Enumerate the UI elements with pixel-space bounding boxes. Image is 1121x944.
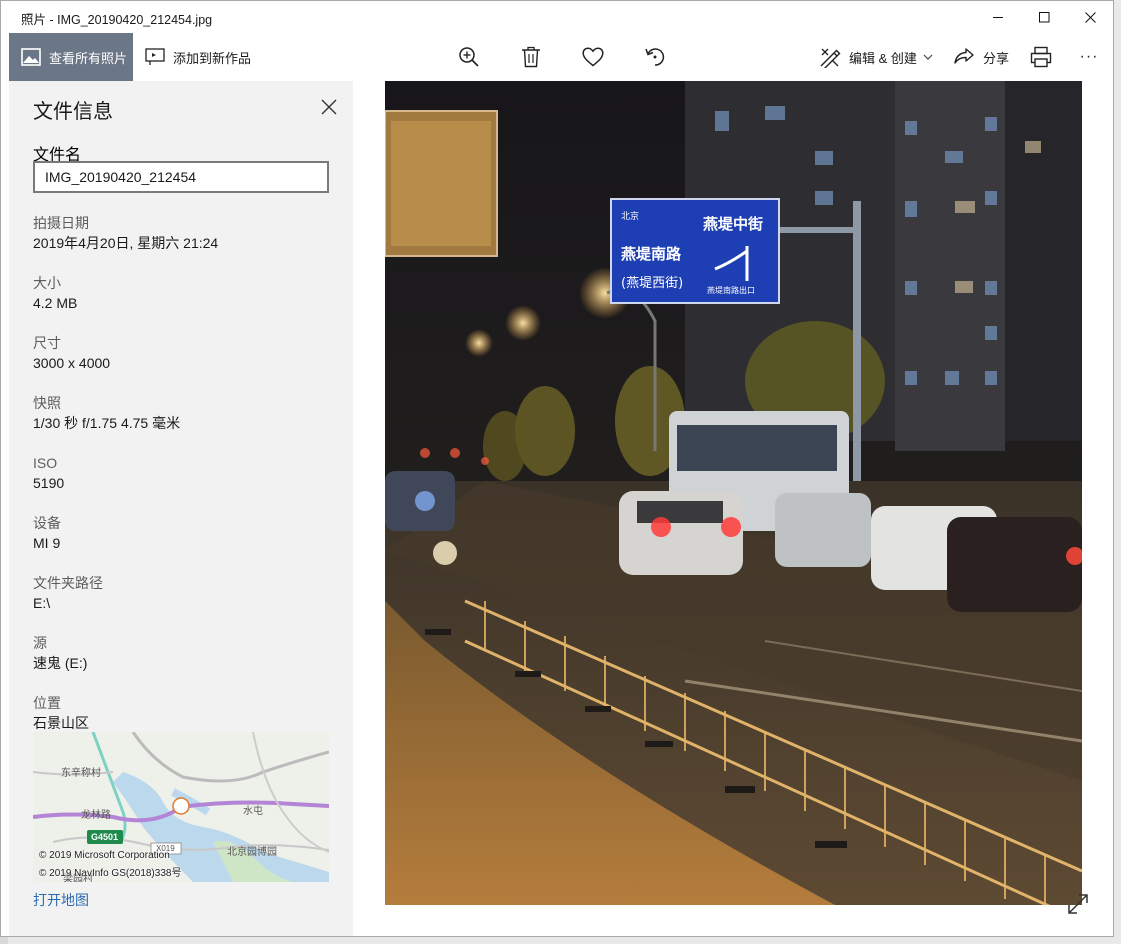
- view-all-photos-button[interactable]: 查看所有照片: [9, 33, 133, 81]
- close-panel-button[interactable]: [317, 95, 341, 119]
- date-label: 拍摄日期: [33, 215, 89, 231]
- iso-label: ISO: [33, 455, 58, 471]
- maximize-button[interactable]: [1021, 1, 1067, 33]
- maximize-icon: [1039, 12, 1050, 23]
- add-to-creation-icon: [145, 48, 165, 66]
- dimensions-field: 尺寸 3000 x 4000: [33, 333, 110, 373]
- filename-input[interactable]: [33, 161, 329, 193]
- date-value: 2019年4月20日, 星期六 21:24: [33, 235, 219, 251]
- expand-icon: [1068, 894, 1088, 914]
- location-map[interactable]: 东辛称村 龙林路 水屯 G4501 X019 北京园博园 梁园村 © 2019 …: [33, 732, 329, 882]
- snapshot-field: 快照 1/30 秒 f/1.75 4.75 毫米: [33, 393, 180, 433]
- minimize-button[interactable]: [975, 1, 1021, 33]
- edit-create-button[interactable]: 编辑 & 创建: [819, 33, 933, 81]
- map-credit-navinfo: © 2019 NavInfo GS(2018)338号: [39, 868, 182, 879]
- iso-value: 5190: [33, 475, 65, 491]
- sign-left-sub: (燕堤西街): [621, 276, 683, 291]
- device-value: MI 9: [33, 535, 61, 551]
- view-all-photos-label: 查看所有照片: [49, 50, 128, 66]
- add-to-new-creation-button[interactable]: 添加到新作品: [145, 33, 251, 81]
- device-label: 设备: [33, 515, 61, 531]
- share-button[interactable]: 分享: [953, 33, 1009, 81]
- share-label: 分享: [983, 50, 1010, 66]
- folder-field: 文件夹路径 E:\: [33, 573, 103, 613]
- heart-icon: [582, 47, 604, 67]
- print-button[interactable]: [1019, 33, 1063, 81]
- full-screen-button[interactable]: [1067, 893, 1091, 917]
- source-label: 源: [33, 635, 47, 651]
- source-value: 速鬼 (E:): [33, 655, 88, 671]
- photos-app-window: 照片 - IMG_20190420_212454.jpg 查看所有照片 添加到新…: [0, 0, 1114, 937]
- size-label: 大小: [33, 275, 61, 291]
- zoom-button[interactable]: [447, 33, 491, 81]
- map-label-2: 龙林路: [81, 810, 111, 821]
- folder-label: 文件夹路径: [33, 575, 103, 591]
- map-credit-microsoft: © 2019 Microsoft Corporation: [39, 850, 170, 861]
- add-to-new-creation-label: 添加到新作品: [173, 50, 252, 66]
- photo-viewport: 北京 燕堤中街 燕堤南路 (燕堤西街) 燕堤南路出口: [353, 81, 1113, 936]
- rotate-button[interactable]: [633, 33, 677, 81]
- sign-left: 燕堤南路: [621, 245, 682, 263]
- dimensions-value: 3000 x 4000: [33, 355, 111, 371]
- location-value: 石景山区: [33, 715, 89, 731]
- map-label-1: 东辛称村: [61, 768, 101, 779]
- size-field: 大小 4.2 MB: [33, 273, 77, 313]
- night-street-photo: 北京 燕堤中街 燕堤南路 (燕堤西街) 燕堤南路出口: [385, 81, 1082, 905]
- dimensions-label: 尺寸: [33, 335, 61, 351]
- sign-bottom-right: 燕堤南路出口: [707, 285, 755, 295]
- location-field: 位置 石景山区: [33, 693, 89, 733]
- highway-badge: G4501: [91, 832, 119, 842]
- map-label-3: 水屯: [243, 806, 263, 817]
- title-bar: 照片 - IMG_20190420_212454.jpg: [1, 1, 1113, 33]
- favorite-button[interactable]: [571, 33, 615, 81]
- trash-icon: [522, 46, 540, 68]
- share-icon: [953, 47, 975, 67]
- printer-icon: [1030, 46, 1052, 68]
- snapshot-value: 1/30 秒 f/1.75 4.75 毫米: [33, 415, 181, 431]
- minimize-icon: [993, 17, 1003, 18]
- window-title: 照片 - IMG_20190420_212454.jpg: [21, 13, 213, 27]
- open-map-link[interactable]: 打开地图: [33, 890, 89, 910]
- location-label: 位置: [33, 695, 61, 711]
- panel-title: 文件信息: [33, 101, 113, 123]
- zoom-in-icon: [459, 47, 479, 67]
- folder-value: E:\: [33, 595, 51, 611]
- device-field: 设备 MI 9: [33, 513, 61, 553]
- date-field: 拍摄日期 2019年4月20日, 星期六 21:24: [33, 213, 218, 253]
- photos-icon: [21, 48, 41, 66]
- edit-create-icon: [819, 46, 841, 68]
- sign-top-right: 燕堤中街: [703, 215, 763, 233]
- more-options-button[interactable]: ···: [1067, 33, 1111, 81]
- size-value: 4.2 MB: [33, 295, 78, 311]
- iso-field: ISO 5190: [33, 453, 64, 493]
- map-label-4: 北京园博园: [227, 847, 277, 858]
- delete-button[interactable]: [509, 33, 553, 81]
- file-info-panel: 文件信息 文件名 拍摄日期 2019年4月20日, 星期六 21:24 大小 4…: [9, 81, 353, 936]
- close-icon: [1085, 12, 1096, 23]
- photo-image[interactable]: 北京 燕堤中街 燕堤南路 (燕堤西街) 燕堤南路出口: [385, 81, 1082, 905]
- sign-north-label: 北京: [621, 210, 639, 222]
- snapshot-label: 快照: [33, 395, 61, 411]
- command-bar: 查看所有照片 添加到新作品 编辑 & 创建 分享 ···: [1, 33, 1113, 81]
- rotate-icon: [645, 48, 665, 66]
- edit-create-label: 编辑 & 创建: [849, 50, 917, 66]
- close-window-button[interactable]: [1067, 1, 1113, 33]
- close-icon: [321, 99, 337, 115]
- source-field: 源 速鬼 (E:): [33, 633, 87, 673]
- chevron-down-icon: [923, 54, 933, 60]
